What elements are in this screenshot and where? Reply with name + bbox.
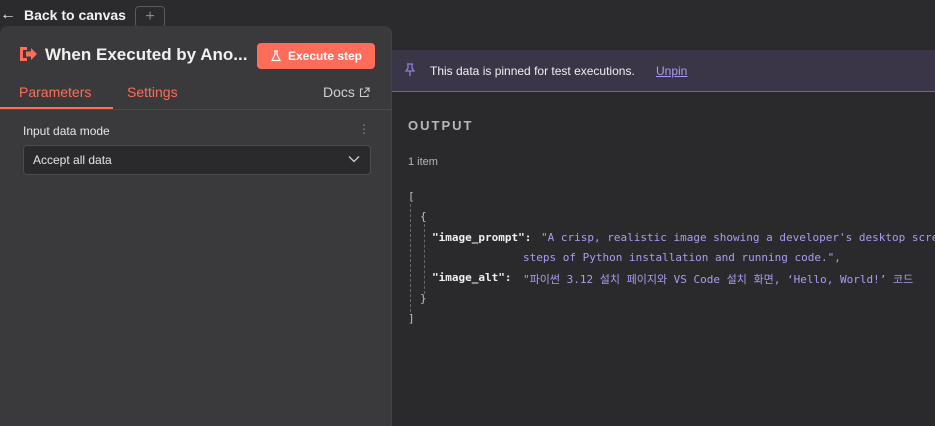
chevron-down-icon xyxy=(348,156,360,163)
node-tabs: Parameters Settings Docs xyxy=(0,82,392,110)
unpin-link[interactable]: Unpin xyxy=(656,64,687,78)
active-tab-indicator xyxy=(0,107,113,109)
json-value-image-prompt: "A crisp, realistic image showing a deve… xyxy=(541,231,935,244)
output-panel: This data is pinned for test executions.… xyxy=(392,50,935,426)
back-to-canvas-button[interactable]: ← Back to canvas xyxy=(0,6,126,24)
execute-step-label: Execute step xyxy=(287,49,363,63)
input-data-mode-label: Input data mode xyxy=(23,124,110,138)
flask-icon xyxy=(270,50,281,62)
docs-link[interactable]: Docs xyxy=(323,84,370,100)
input-data-mode-value: Accept all data xyxy=(33,153,112,167)
json-key-image-prompt: "image_prompt": xyxy=(432,231,532,244)
json-close-brace: } xyxy=(420,292,427,305)
execute-step-button[interactable]: Execute step xyxy=(257,43,375,69)
json-value-image-prompt-cont: steps of Python installation and running… xyxy=(523,251,841,264)
node-header: When Executed by Ano... Execute step xyxy=(0,26,392,82)
pinned-data-banner: This data is pinned for test executions.… xyxy=(392,50,935,92)
tab-parameters[interactable]: Parameters xyxy=(19,84,91,100)
arrow-left-icon: ← xyxy=(0,6,16,23)
item-count: 1 item xyxy=(408,156,438,168)
json-key-image-alt: "image_alt": xyxy=(432,271,512,284)
node-parameters-panel: When Executed by Ano... Execute step Par… xyxy=(0,26,392,426)
json-value-image-alt: "파이썬 3.12 설치 페이지와 VS Code 설치 화면, ‘Hello,… xyxy=(523,273,914,286)
sign-in-icon xyxy=(20,47,37,61)
json-guide-inner xyxy=(424,224,425,294)
docs-label: Docs xyxy=(323,84,355,100)
node-title: When Executed by Ano... xyxy=(45,45,248,64)
json-open-bracket: [ xyxy=(408,190,415,203)
json-close-bracket: ] xyxy=(408,312,415,325)
external-link-icon xyxy=(359,86,370,97)
add-tab-button[interactable]: + xyxy=(135,6,165,28)
pin-icon xyxy=(404,63,416,76)
back-label: Back to canvas xyxy=(24,7,126,23)
output-title: OUTPUT xyxy=(408,118,474,133)
pinned-data-text: This data is pinned for test executions. xyxy=(430,64,635,78)
json-guide-outer xyxy=(410,204,411,312)
input-data-mode-select[interactable]: Accept all data xyxy=(23,145,371,175)
field-options-icon[interactable]: ⋮ xyxy=(358,122,370,136)
tab-settings[interactable]: Settings xyxy=(127,84,178,100)
json-open-brace: { xyxy=(420,210,427,223)
